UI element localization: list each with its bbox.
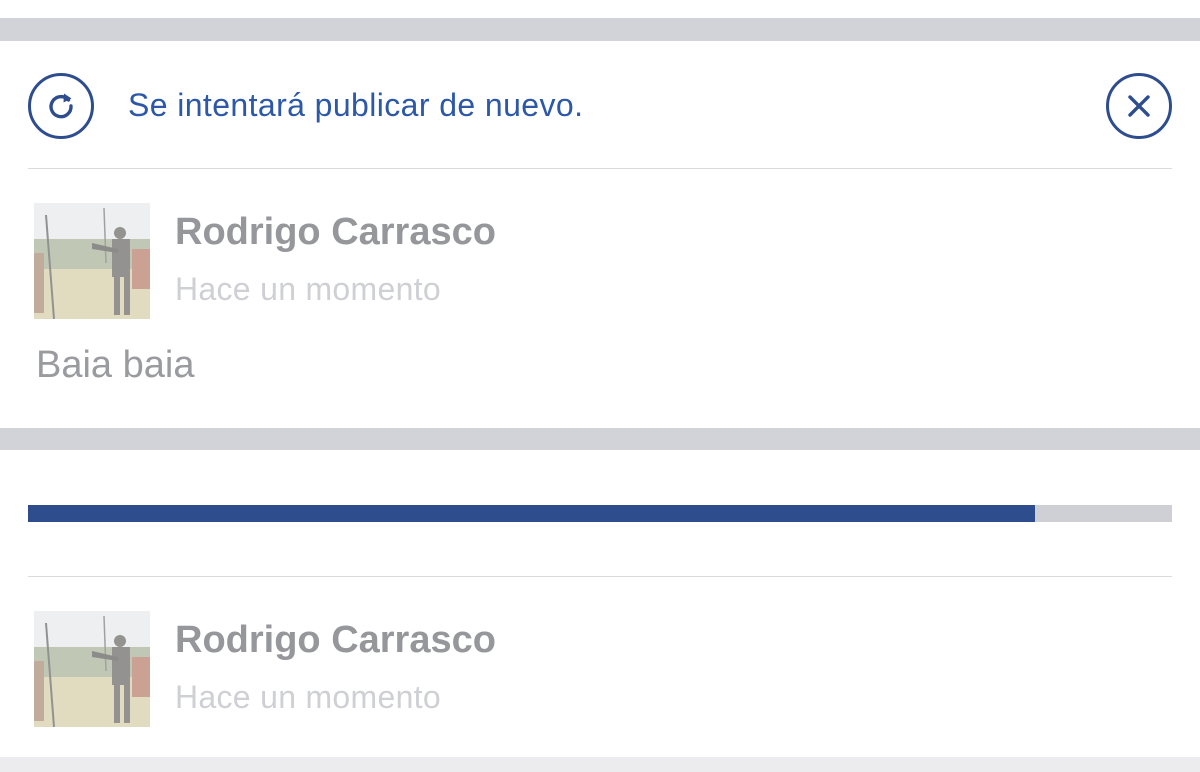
- retry-banner: Se intentará publicar de nuevo.: [28, 71, 1172, 143]
- failed-post-card: Se intentará publicar de nuevo. Rodrigo …: [0, 41, 1200, 428]
- author-name[interactable]: Rodrigo Carrasco: [175, 211, 496, 254]
- pending-post-card: Rodrigo Carrasco Hace un momento: [0, 450, 1200, 757]
- feed-separator: [0, 428, 1200, 450]
- avatar[interactable]: [34, 203, 150, 319]
- post-header: Rodrigo Carrasco Hace un momento: [34, 611, 1174, 729]
- upload-progress-bar: [28, 505, 1172, 522]
- close-icon[interactable]: [1106, 73, 1172, 139]
- post-timestamp: Hace un momento: [175, 679, 441, 715]
- retry-message: Se intentará publicar de nuevo.: [128, 87, 584, 123]
- author-name[interactable]: Rodrigo Carrasco: [175, 619, 496, 662]
- feed-separator: [0, 18, 1200, 41]
- divider: [28, 576, 1172, 577]
- post-text: Baia baia: [36, 344, 195, 386]
- post-header: Rodrigo Carrasco Hace un momento: [34, 203, 1174, 321]
- upload-progress-fill: [28, 505, 1035, 522]
- avatar[interactable]: [34, 611, 150, 727]
- divider: [28, 168, 1172, 169]
- feed-separator: [0, 757, 1200, 772]
- refresh-icon[interactable]: [28, 73, 94, 139]
- post-timestamp: Hace un momento: [175, 271, 441, 307]
